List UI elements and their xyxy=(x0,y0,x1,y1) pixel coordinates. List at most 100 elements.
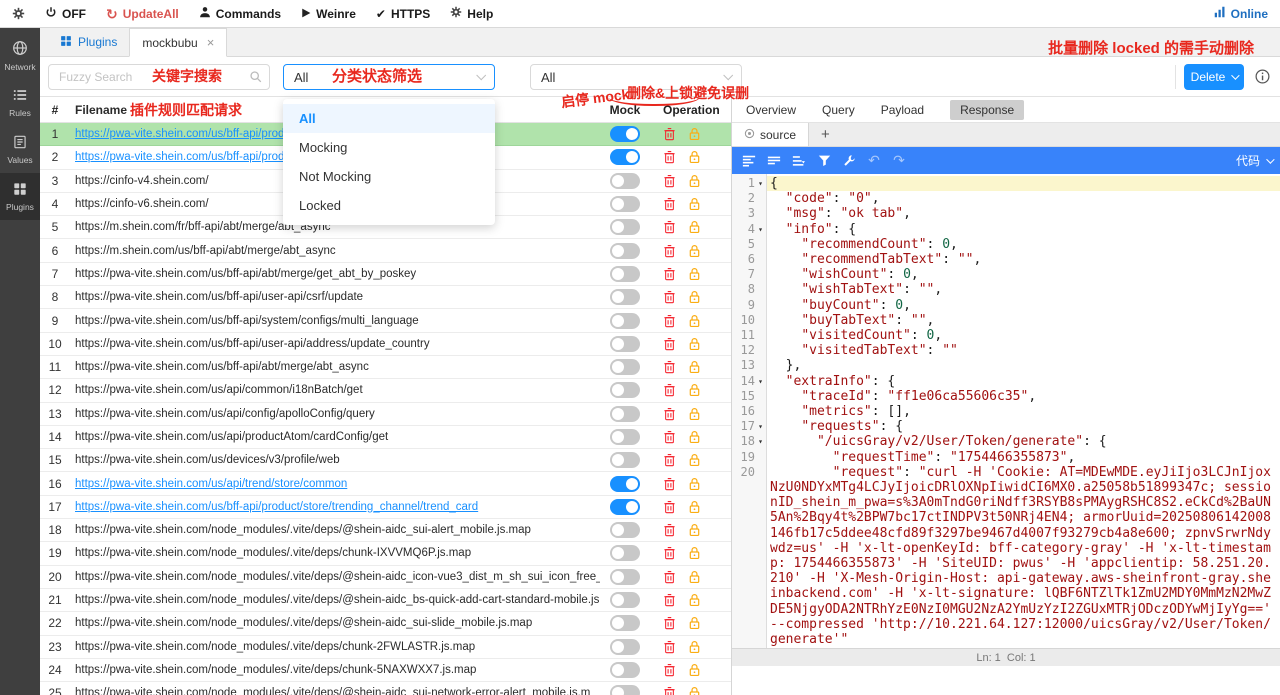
delete-row-icon[interactable] xyxy=(663,290,676,304)
sidebar-item-values[interactable]: Values xyxy=(0,126,40,173)
rule-row[interactable]: 23https://pwa-vite.shein.com/node_module… xyxy=(40,636,731,659)
lock-row-icon[interactable] xyxy=(688,127,701,141)
delete-row-icon[interactable] xyxy=(663,616,676,630)
rule-row[interactable]: 21https://pwa-vite.shein.com/node_module… xyxy=(40,589,731,612)
delete-row-icon[interactable] xyxy=(663,523,676,537)
undo-icon[interactable]: ↶ xyxy=(865,152,883,170)
mock-toggle[interactable] xyxy=(610,126,640,142)
commands-button[interactable]: Commands xyxy=(199,6,281,21)
rule-row[interactable]: 9https://pwa-vite.shein.com/us/bff-api/s… xyxy=(40,309,731,332)
lock-row-icon[interactable] xyxy=(688,407,701,421)
lock-row-icon[interactable] xyxy=(688,267,701,281)
json-code-editor[interactable]: 1▾{2 "code": "0",3 "msg": "ok tab",4▾ "i… xyxy=(732,174,1280,648)
off-button[interactable]: OFF xyxy=(45,6,86,22)
detail-tab-payload[interactable]: Payload xyxy=(881,103,924,117)
row-filename-link[interactable]: https://pwa-vite.shein.com/us/api/common… xyxy=(70,384,600,396)
rule-row[interactable]: 14https://pwa-vite.shein.com/us/api/prod… xyxy=(40,426,731,449)
delete-row-icon[interactable] xyxy=(663,360,676,374)
mock-toggle[interactable] xyxy=(610,615,640,631)
filter-icon[interactable] xyxy=(815,152,833,170)
add-tab-button[interactable]: + xyxy=(821,126,830,143)
row-filename-link[interactable]: https://pwa-vite.shein.com/node_modules/… xyxy=(70,547,600,559)
mock-toggle[interactable] xyxy=(610,545,640,561)
lock-row-icon[interactable] xyxy=(688,546,701,560)
delete-row-icon[interactable] xyxy=(663,593,676,607)
category-filter-select[interactable]: All xyxy=(283,64,495,90)
repair-wrench-icon[interactable] xyxy=(840,152,858,170)
rule-row[interactable]: 22https://pwa-vite.shein.com/node_module… xyxy=(40,612,731,635)
rule-row[interactable]: 12https://pwa-vite.shein.com/us/api/comm… xyxy=(40,379,731,402)
mock-toggle[interactable] xyxy=(610,149,640,165)
mock-toggle[interactable] xyxy=(610,313,640,329)
second-filter-select[interactable]: All xyxy=(530,64,742,90)
delete-row-icon[interactable] xyxy=(663,267,676,281)
fold-arrow-icon[interactable]: ▾ xyxy=(755,434,766,449)
mock-toggle[interactable] xyxy=(610,243,640,259)
rule-row[interactable]: 16https://pwa-vite.shein.com/us/api/tren… xyxy=(40,472,731,495)
compact-icon[interactable] xyxy=(765,152,783,170)
row-filename-link[interactable]: https://pwa-vite.shein.com/us/bff-api/pr… xyxy=(70,501,600,513)
dropdown-option-not-mocking[interactable]: Not Mocking xyxy=(283,162,495,191)
rule-row[interactable]: 6https://m.shein.com/us/bff-api/abt/merg… xyxy=(40,239,731,262)
help-button[interactable]: Help xyxy=(450,6,493,21)
delete-button[interactable]: Delete xyxy=(1184,64,1244,90)
delete-row-icon[interactable] xyxy=(663,150,676,164)
fuzzy-search-input[interactable] xyxy=(48,64,270,90)
delete-row-icon[interactable] xyxy=(663,477,676,491)
row-filename-link[interactable]: https://pwa-vite.shein.com/us/api/config… xyxy=(70,408,600,420)
rule-row[interactable]: 13https://pwa-vite.shein.com/us/api/conf… xyxy=(40,403,731,426)
row-filename-link[interactable]: https://pwa-vite.shein.com/us/bff-api/ab… xyxy=(70,361,600,373)
delete-row-icon[interactable] xyxy=(663,337,676,351)
mock-toggle[interactable] xyxy=(610,429,640,445)
lock-row-icon[interactable] xyxy=(688,220,701,234)
row-filename-link[interactable]: https://pwa-vite.shein.com/us/api/produc… xyxy=(70,431,600,443)
sidebar-item-plugins[interactable]: Plugins xyxy=(0,173,40,220)
rule-row[interactable]: 20https://pwa-vite.shein.com/node_module… xyxy=(40,566,731,589)
rule-row[interactable]: 15https://pwa-vite.shein.com/us/devices/… xyxy=(40,449,731,472)
lock-row-icon[interactable] xyxy=(688,616,701,630)
delete-row-icon[interactable] xyxy=(663,663,676,677)
row-filename-link[interactable]: https://m.shein.com/us/bff-api/abt/merge… xyxy=(70,245,600,257)
delete-row-icon[interactable] xyxy=(663,127,676,141)
editor-mode-select[interactable]: 代码 xyxy=(1236,152,1272,169)
row-filename-link[interactable]: https://pwa-vite.shein.com/us/bff-api/us… xyxy=(70,338,600,350)
https-button[interactable]: ✔ HTTPS xyxy=(376,7,430,21)
lock-row-icon[interactable] xyxy=(688,360,701,374)
dropdown-option-mocking[interactable]: Mocking xyxy=(283,133,495,162)
sidebar-item-rules[interactable]: Rules xyxy=(0,79,40,126)
delete-row-icon[interactable] xyxy=(663,244,676,258)
row-filename-link[interactable]: https://pwa-vite.shein.com/us/devices/v3… xyxy=(70,454,600,466)
fold-arrow-icon[interactable]: ▾ xyxy=(755,374,766,389)
rule-row[interactable]: 19https://pwa-vite.shein.com/node_module… xyxy=(40,542,731,565)
online-status[interactable]: Online xyxy=(1214,6,1268,21)
update-all-button[interactable]: ↻ UpdateAll xyxy=(106,7,179,21)
delete-row-icon[interactable] xyxy=(663,314,676,328)
row-filename-link[interactable]: https://pwa-vite.shein.com/node_modules/… xyxy=(70,594,600,606)
mock-toggle[interactable] xyxy=(610,266,640,282)
detail-tab-query[interactable]: Query xyxy=(822,103,855,117)
sort-icon[interactable] xyxy=(790,152,808,170)
lock-row-icon[interactable] xyxy=(688,290,701,304)
rule-row[interactable]: 10https://pwa-vite.shein.com/us/bff-api/… xyxy=(40,333,731,356)
lock-row-icon[interactable] xyxy=(688,430,701,444)
mock-toggle[interactable] xyxy=(610,592,640,608)
delete-row-icon[interactable] xyxy=(663,197,676,211)
delete-row-icon[interactable] xyxy=(663,430,676,444)
row-filename-link[interactable]: https://pwa-vite.shein.com/node_modules/… xyxy=(70,524,600,536)
lock-row-icon[interactable] xyxy=(688,453,701,467)
delete-row-icon[interactable] xyxy=(663,546,676,560)
mock-toggle[interactable] xyxy=(610,662,640,678)
lock-row-icon[interactable] xyxy=(688,686,701,695)
fold-arrow-icon[interactable]: ▾ xyxy=(755,222,766,237)
lock-row-icon[interactable] xyxy=(688,197,701,211)
fold-arrow-icon[interactable]: ▾ xyxy=(755,176,766,191)
info-icon[interactable] xyxy=(1255,69,1270,87)
mock-toggle[interactable] xyxy=(610,336,640,352)
mock-toggle[interactable] xyxy=(610,522,640,538)
mock-toggle[interactable] xyxy=(610,196,640,212)
rule-row[interactable]: 24https://pwa-vite.shein.com/node_module… xyxy=(40,659,731,682)
dropdown-option-all[interactable]: All xyxy=(283,104,495,133)
lock-row-icon[interactable] xyxy=(688,383,701,397)
rule-row[interactable]: 25https://pwa-vite.shein.com/node_module… xyxy=(40,682,731,695)
lock-row-icon[interactable] xyxy=(688,337,701,351)
